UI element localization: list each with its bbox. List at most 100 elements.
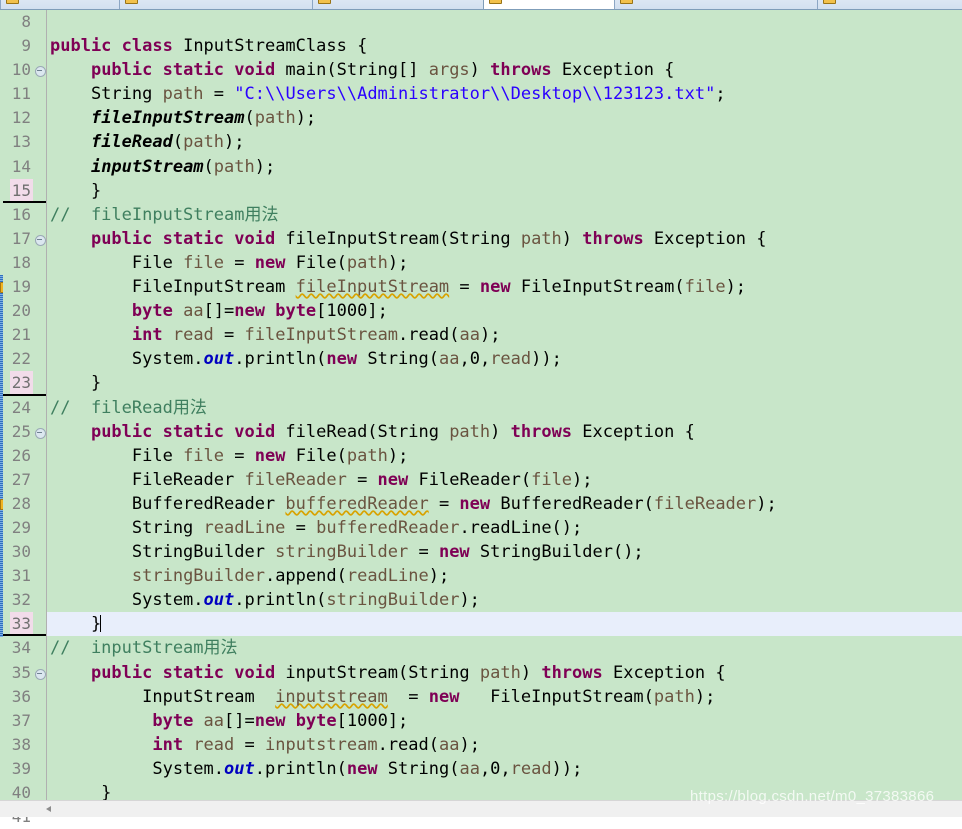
code-line[interactable]: fileRead(path);	[47, 130, 962, 154]
code-text-area[interactable]: public class InputStreamClass { public s…	[47, 10, 962, 800]
code-line[interactable]: inputStream(path);	[47, 155, 962, 179]
line-number: 33	[9, 612, 33, 637]
gutter-row[interactable]: 22	[3, 347, 46, 371]
code-token: =	[408, 542, 439, 563]
code-line[interactable]: // fileInputStream用法	[47, 203, 962, 227]
code-token: ));	[531, 349, 562, 370]
gutter-row[interactable]: 16	[3, 203, 46, 227]
code-line[interactable]: String path = "C:\\Users\\Administrator\…	[47, 82, 962, 106]
gutter-row[interactable]: 26	[3, 444, 46, 468]
gutter-row[interactable]: 38	[3, 733, 46, 757]
gutter-row[interactable]: 21	[3, 323, 46, 347]
code-line[interactable]: public static void inputStream(String pa…	[47, 661, 962, 685]
gutter-row[interactable]: 11	[3, 82, 46, 106]
gutter-row[interactable]: 37	[3, 709, 46, 733]
code-line[interactable]: public static void fileRead(String path)…	[47, 420, 962, 444]
editor-tab-strip[interactable]	[0, 0, 962, 10]
code-line[interactable]: System.out.println(stringBuilder);	[47, 588, 962, 612]
code-line[interactable]: // fileRead用法	[47, 396, 962, 420]
code-line[interactable]: FileReader fileReader = new FileReader(f…	[47, 468, 962, 492]
gutter-row[interactable]: 17	[3, 227, 46, 251]
editor-tab[interactable]	[0, 0, 120, 9]
gutter-row[interactable]: 24	[3, 396, 46, 420]
code-fold-collapse-icon[interactable]	[35, 66, 46, 78]
code-line[interactable]: int read = fileInputStream.read(aa);	[47, 323, 962, 347]
editor-tab[interactable]	[614, 0, 818, 9]
code-token: new	[254, 445, 296, 466]
gutter-row[interactable]: 30	[3, 540, 46, 564]
code-line[interactable]: }	[47, 371, 962, 395]
code-line[interactable]: byte aa[]=new byte[1000];	[47, 709, 962, 733]
code-line[interactable]: }	[47, 612, 962, 637]
code-token: }	[50, 783, 112, 800]
gutter-row[interactable]: 33	[3, 612, 46, 637]
code-line[interactable]: byte aa[]=new byte[1000];	[47, 299, 962, 323]
code-line[interactable]: public static void fileInputStream(Strin…	[47, 227, 962, 251]
scroll-left-arrow-icon[interactable]	[40, 801, 57, 817]
code-fold-collapse-icon[interactable]	[35, 234, 46, 246]
gutter-row[interactable]: 23	[3, 371, 46, 396]
gutter-row[interactable]: 34	[3, 636, 46, 660]
line-number: 16	[11, 204, 31, 224]
code-line[interactable]: BufferedReader bufferedReader = new Buff…	[47, 492, 962, 516]
code-line[interactable]: }	[47, 179, 962, 203]
code-token: readLine	[203, 517, 286, 538]
code-line[interactable]: int read = inputstream.read(aa);	[47, 733, 962, 757]
code-token: path	[479, 662, 521, 683]
gutter-row[interactable]: 35	[3, 661, 46, 685]
code-token: }	[50, 180, 102, 201]
editor-tab[interactable]	[312, 0, 484, 9]
code-token: bufferedReader	[285, 493, 429, 514]
code-line[interactable]: System.out.println(new String(aa,0,read)…	[47, 757, 962, 781]
code-token: []=	[224, 710, 255, 731]
gutter-row[interactable]: 32	[3, 588, 46, 612]
line-number: 12	[11, 108, 31, 128]
horizontal-scroll-thumb[interactable]	[58, 802, 558, 816]
line-number-gutter[interactable]: 8 9 10 11 12 13 14 15 16 17 18 19 20 21 22 23 24 25 26 27 28…	[3, 10, 47, 826]
code-line[interactable]: public class InputStreamClass {	[47, 34, 962, 58]
code-fold-collapse-icon[interactable]	[35, 668, 46, 680]
code-line[interactable]: File file = new File(path);	[47, 251, 962, 275]
code-line[interactable]: FileInputStream fileInputStream = new Fi…	[47, 275, 962, 299]
gutter-row[interactable]: 10	[3, 58, 46, 82]
code-line[interactable]: File file = new File(path);	[47, 444, 962, 468]
code-token: Exception {	[612, 662, 726, 683]
code-line[interactable]: public static void main(String[] args) t…	[47, 58, 962, 82]
code-line[interactable]: InputStream inputstream = new FileInputS…	[47, 685, 962, 709]
gutter-row[interactable]: 25	[3, 420, 46, 444]
code-line[interactable]: fileInputStream(path);	[47, 106, 962, 130]
gutter-row[interactable]: 29	[3, 516, 46, 540]
gutter-row[interactable]: 8	[3, 10, 46, 34]
code-fold-collapse-icon[interactable]	[35, 427, 46, 439]
gutter-row[interactable]: 9	[3, 34, 46, 58]
gutter-row[interactable]: 31	[3, 564, 46, 588]
code-line[interactable]: StringBuilder stringBuilder = new String…	[47, 540, 962, 564]
gutter-row[interactable]: 18	[3, 251, 46, 275]
code-line[interactable]: System.out.println(new String(aa,0,read)…	[47, 347, 962, 371]
editor-tab[interactable]	[119, 0, 313, 9]
gutter-row[interactable]: 15	[3, 178, 46, 203]
gutter-row[interactable]: 13	[3, 130, 46, 154]
gutter-row[interactable]: 36	[3, 685, 46, 709]
editor-tab[interactable]	[817, 0, 962, 9]
gutter-row[interactable]: 14	[3, 155, 46, 179]
code-token: =	[285, 517, 317, 538]
gutter-row[interactable]: 28	[3, 492, 46, 516]
editor-tab[interactable]	[483, 0, 615, 9]
code-token: )	[520, 662, 542, 683]
gutter-row[interactable]: 20	[3, 299, 46, 323]
gutter-row[interactable]: 27	[3, 468, 46, 492]
gutter-row[interactable]: 12	[3, 106, 46, 130]
code-line[interactable]	[47, 10, 962, 34]
code-token: );	[459, 734, 480, 755]
code-line[interactable]: // inputStream用法	[47, 636, 962, 660]
code-editor[interactable]: 8 9 10 11 12 13 14 15 16 17 18 19 20 21 22 23 24 25 26 27 28…	[0, 10, 962, 826]
code-line[interactable]: String readLine = bufferedReader.readLin…	[47, 516, 962, 540]
gutter-row[interactable]: 39	[3, 757, 46, 781]
code-line[interactable]: stringBuilder.append(readLine);	[47, 564, 962, 588]
code-token: new	[326, 349, 368, 370]
gutter-row[interactable]: 19	[3, 275, 46, 299]
